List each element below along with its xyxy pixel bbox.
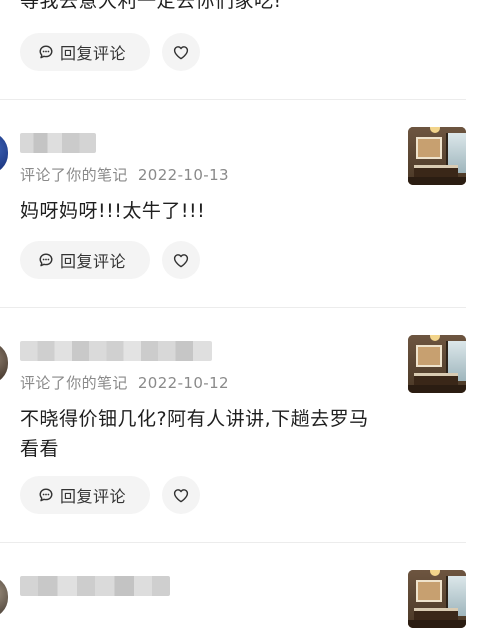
- note-thumbnail[interactable]: [408, 127, 466, 185]
- avatar[interactable]: [0, 342, 8, 384]
- divider: [0, 307, 466, 308]
- meta-action: 评论了你的笔记: [20, 374, 128, 392]
- heart-icon: [173, 253, 189, 268]
- note-thumbnail[interactable]: [408, 570, 466, 628]
- comment-bubble-icon: [38, 252, 54, 268]
- reply-comment-button[interactable]: 回复评论: [20, 241, 150, 279]
- meta-action: 评论了你的笔记: [20, 166, 128, 184]
- heart-icon: [173, 488, 189, 503]
- comment-bubble-icon: [38, 487, 54, 503]
- avatar[interactable]: [0, 576, 8, 618]
- notification-feed: 等我去意大利一定去你们家吃! 回复评论 评论了你的笔记 2022-10-13 妈…: [0, 0, 488, 628]
- comment-date: 2022-10-12: [137, 374, 229, 392]
- comment-text: 不晓得价钿几化?阿有人讲讲,下趟去罗马看看: [20, 408, 369, 460]
- reply-comment-button[interactable]: 回复评论: [20, 476, 150, 514]
- comment-actions: 回复评论: [20, 476, 200, 514]
- like-button[interactable]: [162, 241, 200, 279]
- heart-icon: [173, 45, 189, 60]
- comment-text: 妈呀妈呀!!!太牛了!!!: [20, 200, 206, 222]
- reply-comment-label: 回复评论: [60, 487, 127, 506]
- avatar[interactable]: [0, 132, 8, 174]
- like-button[interactable]: [162, 33, 200, 71]
- comment-actions: 回复评论: [20, 33, 200, 71]
- comment-bubble-icon: [38, 44, 54, 60]
- comment-text-fragment: 等我去意大利一定去你们家吃!: [20, 0, 282, 12]
- username-blurred[interactable]: [20, 133, 96, 153]
- username-blurred[interactable]: [20, 576, 170, 596]
- username-blurred[interactable]: [20, 341, 212, 361]
- like-button[interactable]: [162, 476, 200, 514]
- comment-actions: 回复评论: [20, 241, 200, 279]
- divider: [0, 99, 466, 100]
- reply-comment-label: 回复评论: [60, 44, 127, 63]
- divider: [0, 542, 466, 543]
- comment-date: 2022-10-13: [137, 166, 229, 184]
- reply-comment-button[interactable]: 回复评论: [20, 33, 150, 71]
- comment-meta: 评论了你的笔记 2022-10-12: [20, 372, 229, 393]
- note-thumbnail[interactable]: [408, 335, 466, 393]
- comment-meta: 评论了你的笔记 2022-10-13: [20, 164, 229, 185]
- reply-comment-label: 回复评论: [60, 252, 127, 271]
